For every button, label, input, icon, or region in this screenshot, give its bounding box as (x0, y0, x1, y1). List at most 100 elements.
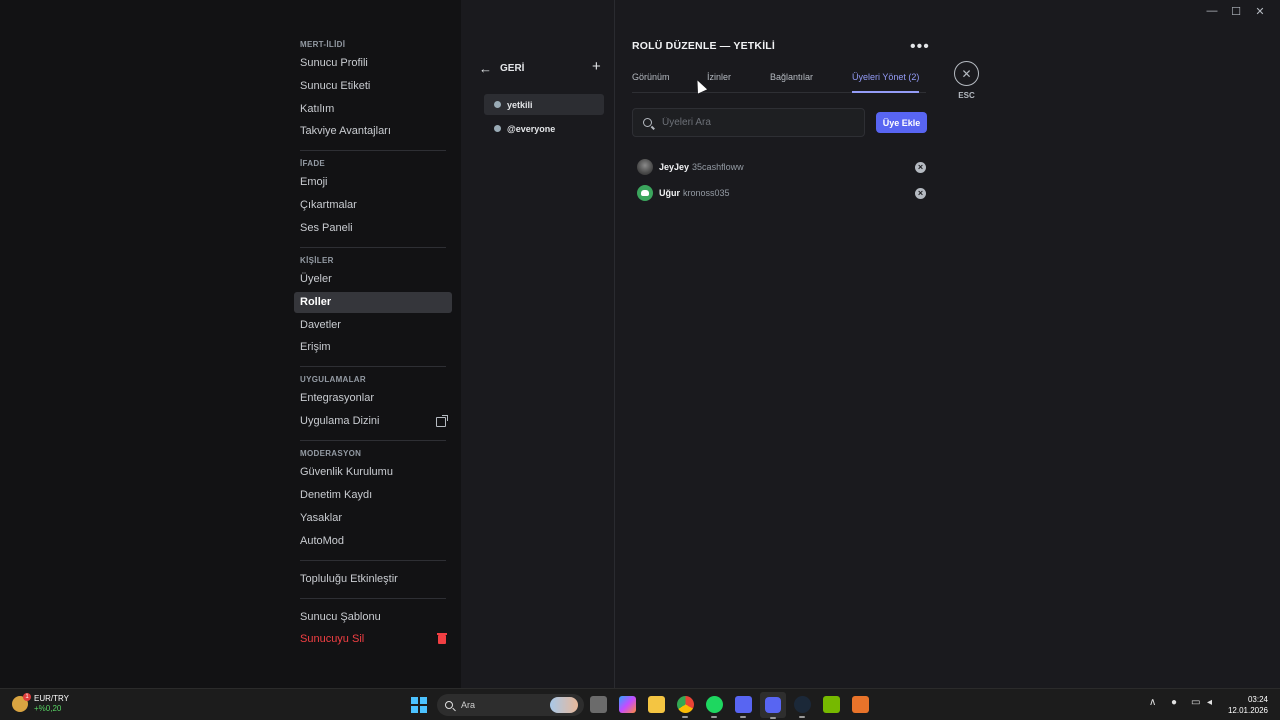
sidebar-item-automod[interactable]: AutoMod (294, 531, 452, 552)
member-search[interactable] (632, 108, 865, 137)
plus-icon[interactable]: + (592, 58, 601, 75)
discord-ptb-icon[interactable] (760, 692, 786, 719)
divider (300, 440, 446, 442)
notification-badge: 1 (23, 693, 31, 701)
currency-pair: EUR/TRY (34, 694, 69, 703)
sidebar-item-integrations[interactable]: Entegrasyonlar (294, 388, 452, 409)
esc-label: ESC (958, 91, 975, 100)
currency-text: EUR/TRY +%0,20 (34, 694, 69, 714)
sidebar-item-members[interactable]: Üyeler (294, 269, 452, 290)
close-window-button[interactable]: ✕ (1248, 4, 1272, 18)
sidebar-item-audit-log[interactable]: Denetim Kaydı (294, 485, 452, 506)
sidebar-item-delete-server[interactable]: Sunucuyu Sil (294, 629, 452, 650)
currency-widget[interactable]: 1 EUR/TRY +%0,20 (12, 693, 69, 714)
role-list-column: ← GERİ + yetkili @everyone (461, 0, 615, 688)
discord-window: — ☐ ✕ MERT-İLİDİ Sunucu Profili Sunucu E… (0, 0, 1280, 688)
sidebar-item-invites[interactable]: Davetler (294, 315, 452, 336)
spotify-icon[interactable] (706, 696, 723, 718)
sidebar-item-access[interactable]: Erişim (294, 337, 452, 358)
currency-icon: 1 (12, 693, 31, 712)
sidebar-item-roles[interactable]: Roller (294, 291, 452, 313)
taskbar-search-label: Ara (461, 700, 476, 710)
maximize-button[interactable]: ☐ (1224, 4, 1248, 18)
member-search-input[interactable] (662, 117, 852, 128)
settings-sidebar: MERT-İLİDİ Sunucu Profili Sunucu Etiketi… (294, 34, 452, 652)
system-clock[interactable]: 03:24 12.01.2026 (1228, 694, 1268, 716)
steam-icon[interactable] (794, 696, 811, 718)
member-username: 35cashfloww (692, 162, 744, 172)
sidebar-item-soundboard[interactable]: Ses Paneli (294, 218, 452, 239)
remove-member-icon[interactable]: × (915, 161, 926, 173)
sidebar-item-server-template[interactable]: Sunucu Şablonu (294, 607, 452, 628)
nvidia-icon[interactable] (823, 696, 840, 713)
external-link-icon (436, 414, 448, 427)
sidebar-item-safety-setup[interactable]: Güvenlik Kurulumu (294, 462, 452, 483)
volume-icon[interactable]: ◂ (1207, 697, 1212, 708)
sidebar-item-onboarding[interactable]: Katılım (294, 99, 452, 120)
trash-icon (437, 633, 447, 645)
clock-date: 12.01.2026 (1227, 706, 1268, 715)
member-row: Uğur kronoss035 × (637, 184, 926, 202)
chrome-icon[interactable] (677, 696, 694, 718)
sidebar-item-server-profile[interactable]: Sunucu Profili (294, 53, 452, 74)
taskbar: 1 EUR/TRY +%0,20 Ara ∧ ● ▭ ◂ 03:24 12.01… (0, 688, 1280, 720)
tab-permissions[interactable]: İzinler (707, 72, 731, 93)
network-icon[interactable]: ▭ (1191, 697, 1200, 708)
role-color-dot (494, 101, 501, 108)
back-button[interactable]: ← GERİ (479, 61, 524, 76)
copilot-icon[interactable] (619, 696, 636, 713)
member-display-name: JeyJey (659, 162, 690, 172)
member-row: JeyJey 35cashfloww × (637, 158, 926, 176)
arrow-left-icon: ← (479, 61, 492, 76)
divider (300, 559, 446, 561)
remove-member-icon[interactable]: × (915, 187, 926, 199)
file-explorer-icon[interactable] (590, 696, 607, 713)
back-label: GERİ (500, 63, 525, 74)
window-controls: — ☐ ✕ (1200, 4, 1272, 18)
add-member-button[interactable]: Üye Ekle (876, 112, 927, 133)
role-item-everyone[interactable]: @everyone (484, 118, 604, 139)
currency-change: +%0,20 (34, 704, 62, 713)
search-icon (445, 701, 453, 709)
clock-time: 03:24 (1247, 695, 1268, 704)
folder-icon[interactable] (648, 696, 665, 713)
more-icon[interactable]: ••• (910, 38, 930, 56)
section-header-expression: İFADE (300, 159, 326, 169)
search-highlight-icon (550, 697, 578, 713)
role-tabs: Görünüm İzinler Bağlantılar Üyeleri Yöne… (632, 72, 926, 93)
sidebar-item-server-tag[interactable]: Sunucu Etiketi (294, 76, 452, 97)
divider (300, 150, 446, 152)
sidebar-item-bans[interactable]: Yasaklar (294, 508, 452, 529)
windows-start-icon[interactable] (411, 697, 427, 713)
page-title: ROLÜ DÜZENLE — YETKİLİ (632, 40, 776, 52)
sidebar-item-emoji[interactable]: Emoji (294, 172, 452, 193)
role-name: @everyone (507, 123, 556, 134)
section-header-moderation: MODERASYON (300, 449, 362, 459)
avatar (637, 159, 653, 175)
close-icon[interactable]: ✕ (954, 61, 979, 86)
section-header-apps: UYGULAMALAR (300, 375, 366, 385)
role-color-dot (494, 125, 501, 132)
sidebar-item-stickers[interactable]: Çıkartmalar (294, 195, 452, 216)
role-item-yetkili[interactable]: yetkili (484, 94, 604, 115)
discord-icon[interactable] (735, 696, 752, 718)
tab-manage-members[interactable]: Üyeleri Yönet (2) (852, 72, 920, 93)
microphone-icon[interactable]: ● (1171, 697, 1177, 708)
app-icon[interactable] (852, 696, 869, 713)
sidebar-item-enable-community[interactable]: Topluluğu Etkinleştir (294, 569, 452, 590)
divider (300, 366, 446, 368)
sidebar-item-app-directory[interactable]: Uygulama Dizini (294, 411, 452, 432)
section-header-server: MERT-İLİDİ (300, 40, 346, 49)
taskbar-search[interactable]: Ara (437, 694, 584, 716)
close-settings[interactable]: ✕ ESC (954, 61, 979, 100)
section-header-people: KİŞİLER (300, 255, 334, 265)
search-icon (643, 118, 652, 127)
tab-links[interactable]: Bağlantılar (770, 72, 813, 93)
divider (300, 597, 446, 599)
sidebar-item-boost-perks[interactable]: Takviye Avantajları (294, 121, 452, 142)
minimize-button[interactable]: — (1200, 4, 1224, 18)
member-username: kronoss035 (683, 188, 730, 198)
member-display-name: Uğur (659, 188, 680, 198)
tray-overflow-icon[interactable]: ∧ (1149, 697, 1156, 708)
tab-display[interactable]: Görünüm (632, 72, 670, 93)
